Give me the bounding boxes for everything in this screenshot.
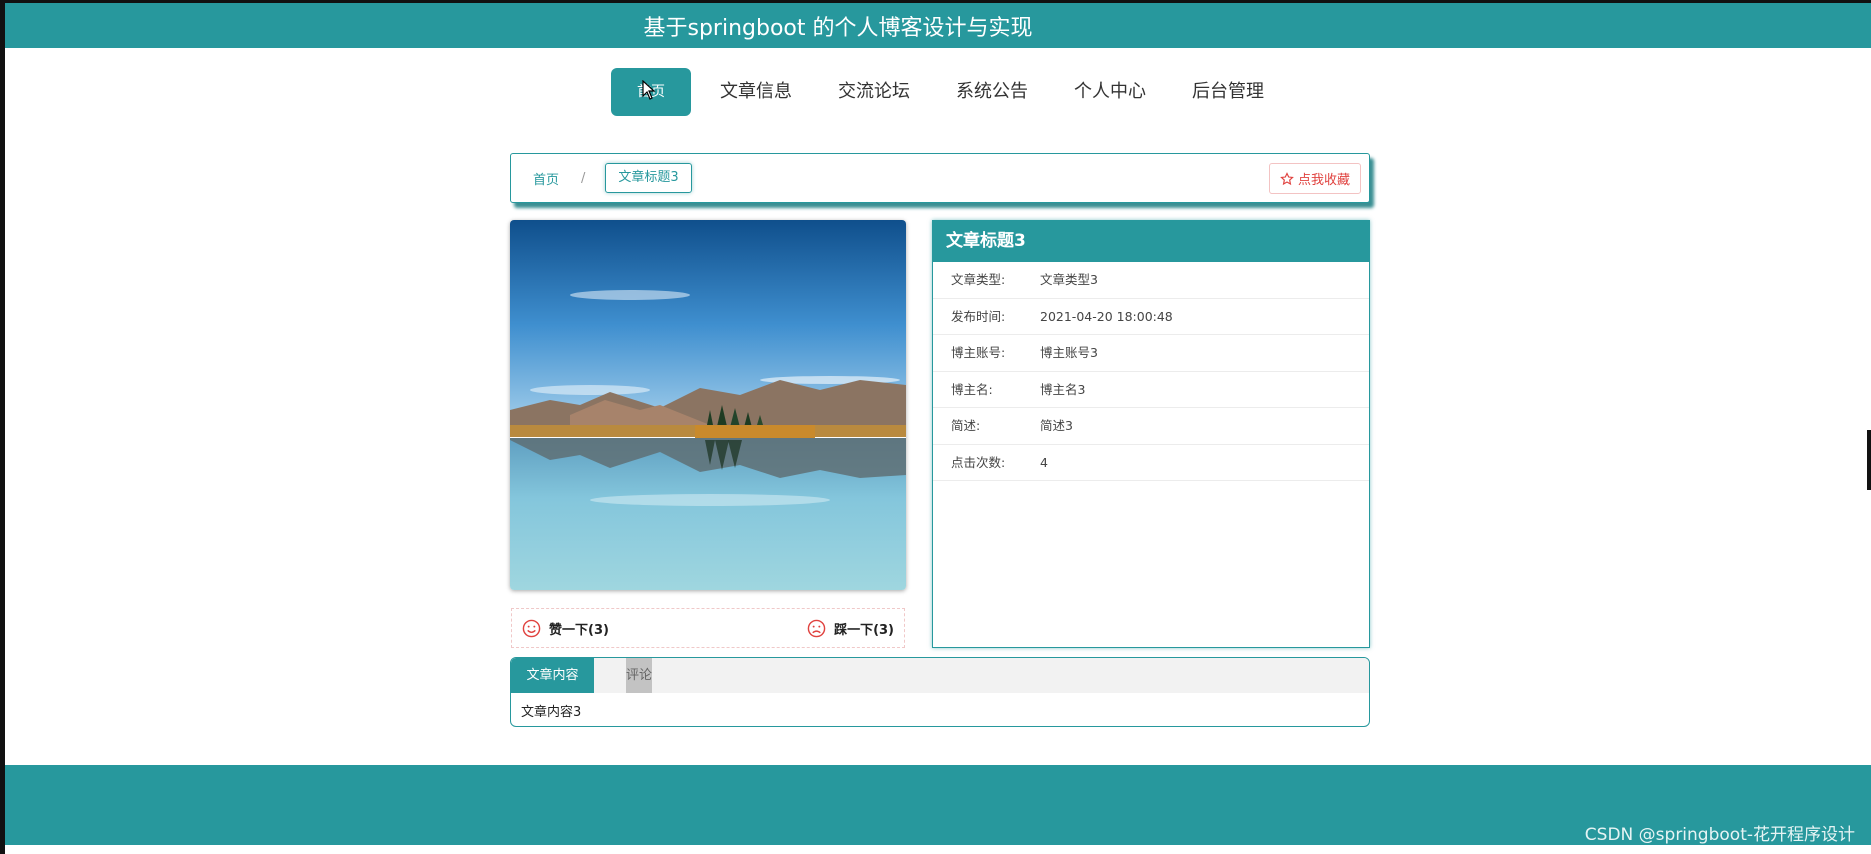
scrollbar-marker: [1867, 430, 1871, 490]
nav-item-articles[interactable]: 文章信息: [697, 68, 815, 116]
info-row-summary: 简述: 简述3: [933, 408, 1369, 445]
info-key: 简述:: [951, 418, 981, 433]
info-value: 文章类型3: [1040, 272, 1098, 287]
tab-strip: 文章内容 评论: [511, 658, 1369, 693]
nav-item-personal-center[interactable]: 个人中心: [1051, 68, 1169, 116]
watermark: CSDN @springboot-花开程序设计: [1584, 825, 1855, 845]
main-nav: 首页 文章信息 交流论坛 系统公告 个人中心 后台管理: [611, 68, 1287, 116]
favorite-button[interactable]: 点我收藏: [1268, 163, 1361, 194]
info-value: 博主名3: [1040, 381, 1086, 397]
info-key: 博主名:: [951, 381, 993, 397]
info-row-blogger-account: 博主账号: 博主账号3: [933, 335, 1369, 372]
tab-article-content[interactable]: 文章内容: [511, 658, 594, 693]
smile-face-icon: [522, 619, 541, 637]
info-value: 2021-04-20 18:00:48: [1040, 308, 1173, 324]
favorite-label: 点我收藏: [1297, 173, 1350, 188]
info-value: 4: [1040, 454, 1048, 470]
frown-face-icon: [807, 619, 826, 637]
window-frame-left: [0, 0, 5, 854]
info-value: 博主账号3: [1040, 345, 1098, 360]
info-row-type: 文章类型: 文章类型3: [933, 262, 1369, 299]
like-button[interactable]: 赞一下(3): [522, 619, 609, 638]
info-row-click-count: 点击次数: 4: [933, 445, 1369, 481]
site-title: 基于springboot 的个人博客设计与实现: [643, 15, 1033, 41]
article-cover-image: [510, 220, 906, 590]
site-header: 基于springboot 的个人博客设计与实现: [5, 3, 1871, 48]
like-label: 赞一下(3): [549, 622, 609, 638]
dislike-label: 踩一下(3): [834, 622, 894, 638]
breadcrumb-home-link[interactable]: 首页: [533, 169, 559, 188]
tab-comments[interactable]: 评论: [626, 658, 652, 693]
tab-content: 文章内容3: [521, 705, 582, 720]
info-row-publish-time: 发布时间: 2021-04-20 18:00:48: [933, 299, 1369, 335]
footer-bottom-strip: [5, 845, 1871, 854]
breadcrumb-separator: /: [581, 170, 586, 186]
breadcrumb-current[interactable]: 文章标题3: [605, 163, 692, 193]
vote-bar: 赞一下(3) 踩一下(3): [511, 608, 905, 648]
info-key: 博主账号:: [951, 345, 1006, 360]
article-info-panel: 文章标题3 文章类型: 文章类型3 发布时间: 2021-04-20 18:00…: [932, 220, 1370, 648]
nav-item-forum[interactable]: 交流论坛: [815, 68, 933, 116]
info-key: 文章类型:: [951, 272, 1006, 287]
article-tabs: 文章内容 评论 文章内容3: [510, 657, 1370, 727]
nav-item-announcements[interactable]: 系统公告: [933, 68, 1051, 116]
article-title: 文章标题3: [933, 221, 1369, 262]
info-key: 发布时间:: [951, 308, 1006, 324]
nav-item-admin[interactable]: 后台管理: [1169, 68, 1287, 116]
star-outline-icon: [1280, 171, 1294, 185]
info-value: 简述3: [1040, 418, 1073, 433]
info-row-blogger-name: 博主名: 博主名3: [933, 372, 1369, 408]
dislike-button[interactable]: 踩一下(3): [807, 619, 894, 638]
mouse-cursor-icon: [642, 80, 656, 100]
breadcrumb: 首页 / 文章标题3 点我收藏: [510, 153, 1370, 203]
info-key: 点击次数:: [951, 454, 1006, 470]
